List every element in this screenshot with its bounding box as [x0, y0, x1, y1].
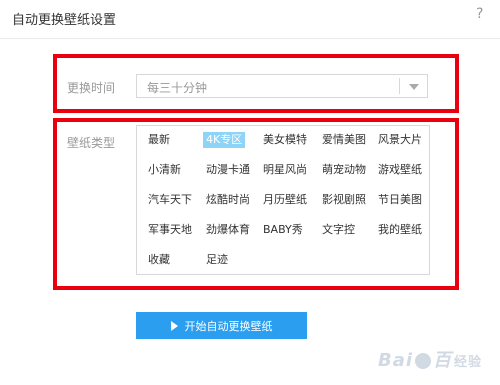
play-icon — [170, 320, 178, 331]
dialog-title: 自动更换壁纸设置 — [12, 13, 117, 28]
start-button-label: 开始自动更换壁纸 — [184, 319, 273, 333]
paw-icon — [415, 353, 432, 369]
highlight-box-category — [53, 118, 459, 290]
close-button[interactable]: ? — [476, 5, 483, 23]
title-divider — [0, 38, 500, 39]
start-auto-change-button[interactable]: 开始自动更换壁纸 — [136, 312, 307, 339]
highlight-box-interval — [53, 54, 459, 113]
watermark-logo: Bai 百经验 — [378, 350, 483, 371]
wallpaper-settings-dialog: 自动更换壁纸设置 ? 更换时间 每三十分钟 壁纸类型 最新 4K专区 美女模特 … — [0, 0, 500, 385]
